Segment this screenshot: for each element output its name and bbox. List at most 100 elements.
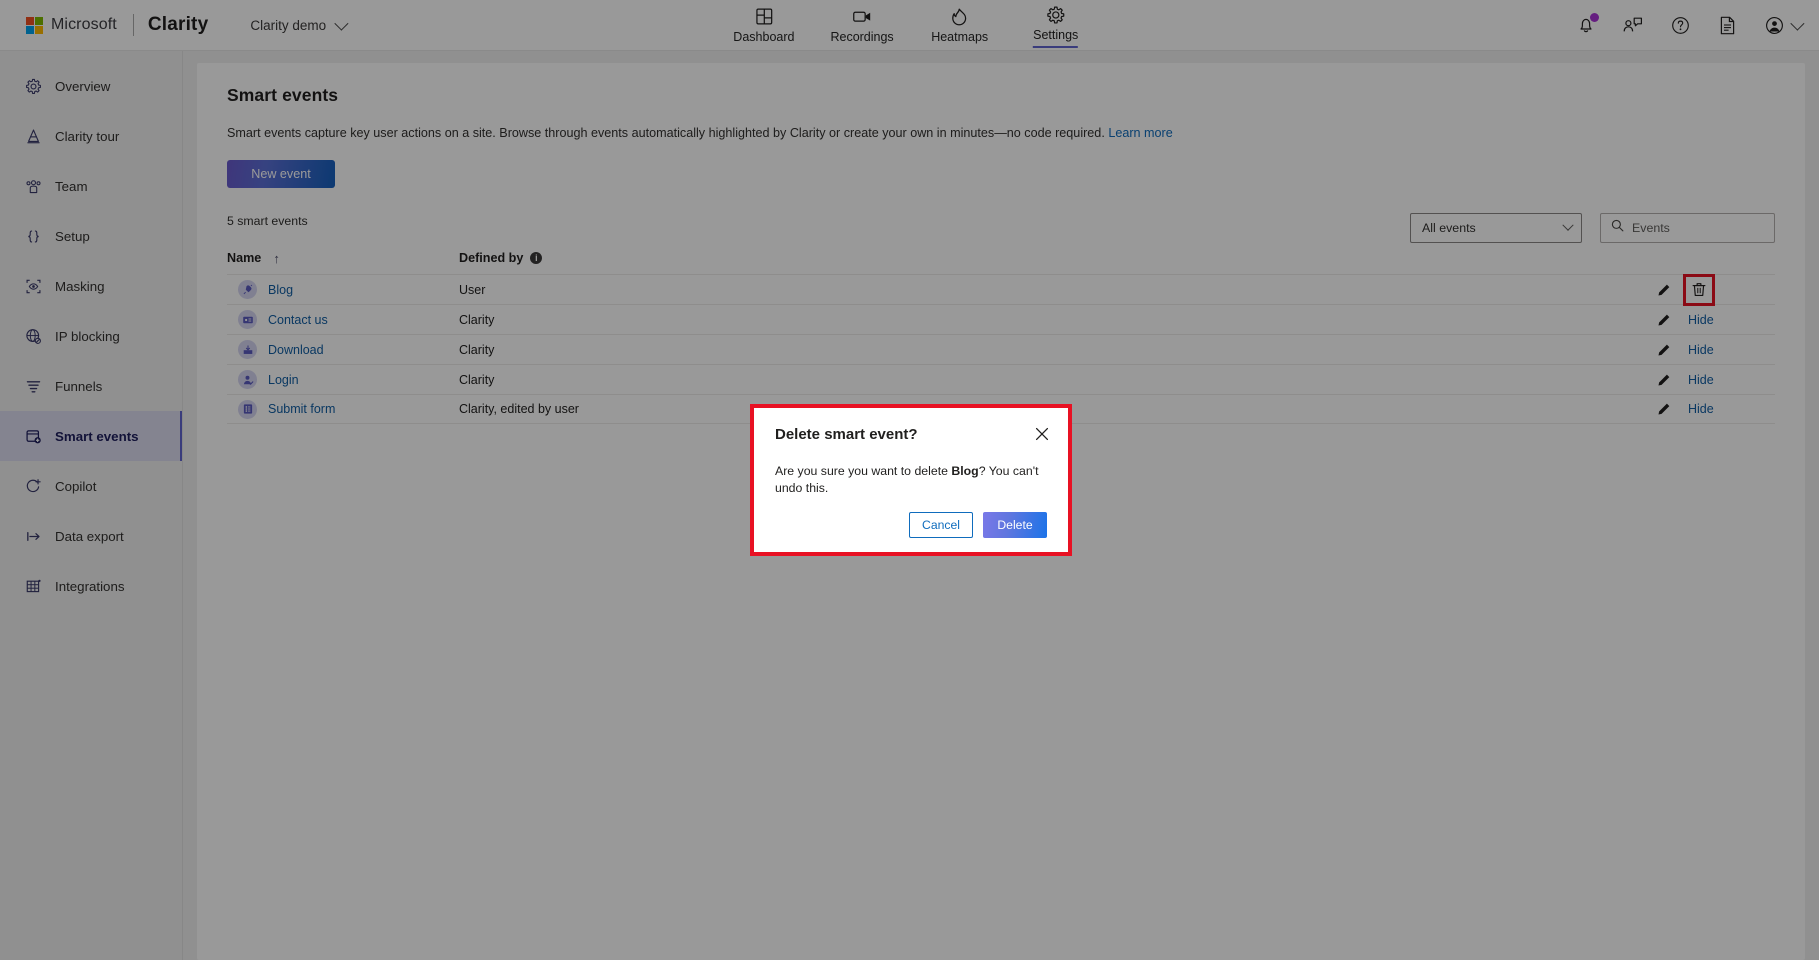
primary-nav-tabs: Dashboard Recordings Heatmaps Settings [733, 0, 1085, 51]
login-person-icon [238, 370, 257, 389]
close-x-icon[interactable] [1032, 424, 1052, 444]
hide-link[interactable]: Hide [1688, 343, 1714, 357]
dialog-body: Are you sure you want to delete Blog? Yo… [775, 463, 1047, 497]
chevron-down-icon [334, 16, 349, 31]
event-name-link[interactable]: Download [268, 343, 324, 357]
hide-link[interactable]: Hide [1688, 313, 1714, 327]
sidebar-item-copilot[interactable]: Copilot [0, 461, 182, 511]
learn-more-link[interactable]: Learn more [1108, 126, 1172, 140]
table-header-row: Name ↑ Defined by i [227, 242, 1775, 274]
edit-pencil-icon[interactable] [1657, 283, 1671, 297]
column-header-name-label: Name [227, 251, 262, 265]
dialog-title: Delete smart event? [775, 426, 918, 443]
tab-dashboard[interactable]: Dashboard [733, 7, 794, 51]
info-icon[interactable]: i [530, 252, 543, 264]
code-braces-icon [24, 227, 42, 245]
row-actions: Hide [1657, 373, 1775, 387]
help-question-icon[interactable] [1669, 14, 1691, 36]
page-description: Smart events capture key user actions on… [227, 126, 1775, 140]
event-type-select[interactable]: All events [1410, 213, 1582, 243]
project-selector[interactable]: Clarity demo [250, 16, 349, 33]
video-camera-icon [852, 7, 872, 27]
download-box-icon [238, 340, 257, 359]
copilot-sparkle-icon [24, 477, 42, 495]
sidebar-item-label: Overview [55, 78, 111, 94]
chevron-down-icon [1562, 219, 1574, 231]
sidebar-item-label: Smart events [55, 428, 139, 444]
sidebar-item-integrations[interactable]: Integrations [0, 561, 182, 611]
notifications-bell-icon[interactable] [1575, 13, 1599, 36]
tab-recordings[interactable]: Recordings [830, 7, 894, 51]
form-list-icon [238, 399, 257, 419]
masking-eye-icon [24, 277, 42, 295]
table-row[interactable]: Login Clarity Hide [227, 364, 1775, 394]
dashboard-icon [755, 7, 772, 27]
event-name-link[interactable]: Submit form [268, 402, 335, 416]
sidebar-item-label: IP blocking [55, 328, 120, 344]
tab-heatmaps[interactable]: Heatmaps [930, 7, 990, 51]
edit-pencil-icon[interactable] [1657, 373, 1671, 387]
sidebar-item-clarity-tour[interactable]: Clarity tour [0, 111, 182, 161]
hide-link[interactable]: Hide [1688, 373, 1714, 387]
event-type-select-value: All events [1422, 221, 1476, 235]
cancel-button[interactable]: Cancel [909, 512, 973, 538]
feedback-people-icon[interactable] [1622, 14, 1644, 36]
notification-badge [1590, 13, 1599, 22]
table-row[interactable]: Blog User [227, 273, 1775, 306]
row-defined-by: Clarity [459, 312, 495, 327]
table-row[interactable]: Download Clarity Hide [227, 334, 1775, 364]
edit-pencil-icon[interactable] [1657, 343, 1671, 357]
sidebar-item-label: Team [55, 178, 88, 194]
clarity-wordmark: Clarity [147, 14, 209, 35]
chevron-down-icon [1790, 16, 1805, 31]
sidebar-item-setup[interactable]: Setup [0, 211, 182, 261]
sidebar-item-overview[interactable]: Overview [0, 61, 182, 111]
table-row[interactable]: Contact us Clarity Hide [227, 304, 1775, 334]
header-actions [1575, 13, 1805, 36]
row-actions: Hide [1657, 402, 1775, 416]
row-defined-by: Clarity [459, 372, 495, 387]
sidebar-item-ip-blocking[interactable]: IP blocking [0, 311, 182, 361]
event-name-link[interactable]: Contact us [268, 313, 328, 327]
project-name: Clarity demo [250, 17, 327, 33]
sidebar-item-masking[interactable]: Masking [0, 261, 182, 311]
sidebar-item-label: Clarity tour [55, 128, 120, 144]
row-actions [1657, 273, 1775, 306]
account-avatar-icon [1763, 14, 1785, 36]
search-input[interactable] [1632, 221, 1764, 235]
sidebar-item-label: Data export [55, 528, 124, 544]
row-actions: Hide [1657, 313, 1775, 327]
new-event-button[interactable]: New event [227, 160, 335, 188]
row-name-cell: Download [227, 340, 459, 359]
tour-cone-icon [24, 127, 42, 145]
column-header-defined-by-label: Defined by [459, 251, 524, 265]
sidebar-item-label: Funnels [55, 378, 103, 394]
sidebar-item-team[interactable]: Team [0, 161, 182, 211]
smart-events-table: Name ↑ Defined by i Blog User Contact us… [227, 242, 1775, 424]
sidebar-item-smart-events[interactable]: Smart events [0, 411, 182, 461]
delete-button[interactable]: Delete [983, 512, 1047, 538]
sidebar-item-label: Copilot [55, 478, 97, 494]
sidebar-item-data-export[interactable]: Data export [0, 511, 182, 561]
globe-block-icon [24, 327, 42, 345]
plug-event-icon [238, 280, 257, 299]
dialog-body-target: Blog [951, 464, 979, 478]
event-name-link[interactable]: Blog [268, 283, 293, 297]
column-header-name[interactable]: Name ↑ [227, 251, 459, 266]
hide-link[interactable]: Hide [1688, 402, 1714, 416]
gear-icon [1047, 5, 1065, 25]
edit-pencil-icon[interactable] [1657, 402, 1671, 416]
page-description-text: Smart events capture key user actions on… [227, 126, 1105, 140]
event-name-link[interactable]: Login [268, 373, 299, 387]
edit-pencil-icon[interactable] [1657, 313, 1671, 327]
events-search-box[interactable] [1600, 213, 1775, 243]
microsoft-brand[interactable]: Microsoft [26, 16, 117, 34]
data-export-arrow-icon [24, 527, 42, 545]
tab-settings[interactable]: Settings [1026, 5, 1086, 51]
app-page: Microsoft Clarity Clarity demo Dashboard… [0, 0, 1819, 960]
account-menu[interactable] [1763, 14, 1805, 36]
sidebar-item-funnels[interactable]: Funnels [0, 361, 182, 411]
documentation-page-icon[interactable] [1716, 14, 1738, 36]
microsoft-logo-icon [26, 16, 43, 34]
delete-trash-icon[interactable] [1683, 273, 1715, 306]
